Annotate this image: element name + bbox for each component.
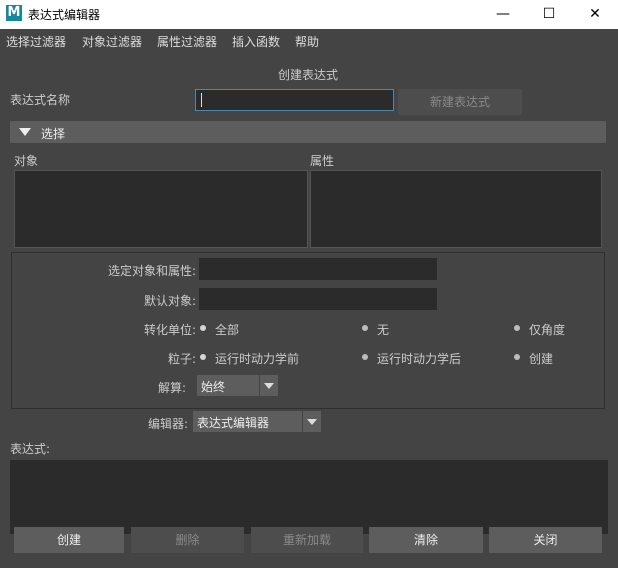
close-button[interactable]: 关闭 bbox=[489, 527, 602, 553]
editor-value: 表达式编辑器 bbox=[197, 416, 270, 430]
radio-conversion-angular[interactable] bbox=[514, 325, 520, 331]
evaluate-value: 始终 bbox=[201, 380, 226, 394]
objects-label: 对象 bbox=[14, 154, 39, 168]
radio-conversion-all[interactable] bbox=[200, 325, 206, 331]
menu-insert-function[interactable]: 插入函数 bbox=[232, 33, 280, 50]
radio-label: 创建 bbox=[529, 352, 554, 366]
default-object-field[interactable] bbox=[199, 288, 437, 310]
menu-select-filter[interactable]: 选择过滤器 bbox=[6, 33, 66, 50]
editor-label: 编辑器: bbox=[147, 417, 188, 431]
menu-help[interactable]: 帮助 bbox=[295, 33, 319, 50]
expression-textarea[interactable] bbox=[10, 460, 608, 534]
evaluate-label: 解算: bbox=[157, 381, 186, 395]
radio-particle-before[interactable] bbox=[200, 354, 206, 360]
radio-conversion-none[interactable] bbox=[362, 325, 368, 331]
close-window-button[interactable]: ✕ bbox=[572, 0, 618, 29]
editor-dropdown[interactable]: 表达式编辑器 bbox=[193, 411, 321, 432]
selected-object-attribute-field[interactable] bbox=[199, 258, 437, 280]
menu-object-filter[interactable]: 对象过滤器 bbox=[82, 33, 142, 50]
radio-label: 全部 bbox=[215, 323, 240, 337]
window-title: 表达式编辑器 bbox=[28, 8, 101, 22]
delete-button[interactable]: 删除 bbox=[131, 527, 244, 553]
page-title: 创建表达式 bbox=[278, 68, 339, 82]
radio-particle-after[interactable] bbox=[362, 354, 368, 360]
maya-app-icon: M bbox=[6, 5, 22, 21]
expression-label: 表达式: bbox=[10, 442, 51, 456]
maximize-button[interactable]: ☐ bbox=[526, 0, 572, 29]
minimize-button[interactable]: — bbox=[480, 0, 526, 29]
attributes-list[interactable] bbox=[310, 170, 602, 248]
new-expression-button[interactable]: 新建表达式 bbox=[398, 89, 522, 115]
section-title: 选择 bbox=[41, 127, 66, 141]
radio-label: 运行时动力学后 bbox=[377, 352, 462, 366]
selected-label: 选定对象和属性: bbox=[107, 264, 196, 278]
chevron-down-icon bbox=[302, 411, 321, 432]
conversion-label: 转化单位: bbox=[143, 323, 196, 337]
clear-button[interactable]: 清除 bbox=[369, 527, 483, 553]
menu-bar: 选择过滤器 对象过滤器 属性过滤器 插入函数 帮助 bbox=[0, 29, 618, 51]
reload-button[interactable]: 重新加载 bbox=[251, 527, 363, 553]
default-object-label: 默认对象: bbox=[143, 294, 196, 308]
expr-name-input[interactable] bbox=[195, 89, 394, 111]
radio-label: 无 bbox=[377, 323, 390, 337]
create-button[interactable]: 创建 bbox=[14, 527, 124, 553]
menu-attribute-filter[interactable]: 属性过滤器 bbox=[157, 33, 217, 50]
selection-section-header[interactable]: 选择 bbox=[10, 121, 606, 143]
evaluate-dropdown[interactable]: 始终 bbox=[197, 375, 278, 396]
radio-particle-creation[interactable] bbox=[514, 354, 520, 360]
chevron-down-icon bbox=[259, 375, 278, 396]
objects-list[interactable] bbox=[14, 170, 308, 248]
attributes-label: 属性 bbox=[310, 154, 335, 168]
expr-name-label: 表达式名称 bbox=[10, 93, 71, 107]
collapse-triangle-icon bbox=[19, 128, 31, 136]
particle-label: 粒子: bbox=[167, 352, 196, 366]
radio-label: 运行时动力学前 bbox=[215, 352, 300, 366]
radio-label: 仅角度 bbox=[529, 323, 566, 337]
title-bar: M 表达式编辑器 — ☐ ✕ bbox=[0, 0, 618, 29]
